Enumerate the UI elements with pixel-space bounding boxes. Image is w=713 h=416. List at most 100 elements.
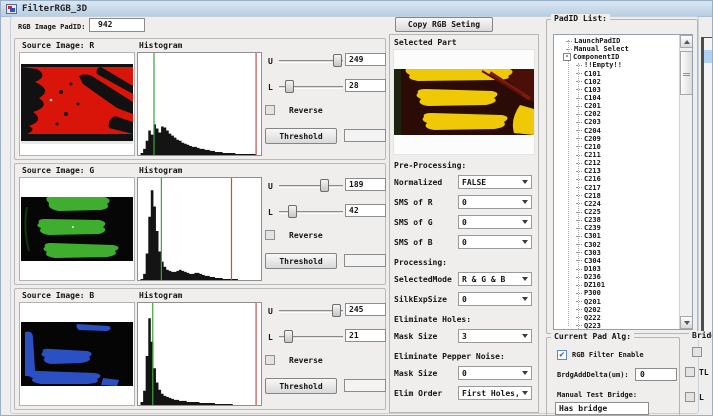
tree-item-c304[interactable]: C304 [554, 257, 679, 265]
u-value-field[interactable]: 249 [345, 53, 386, 66]
tree-item-c212[interactable]: C212 [554, 159, 679, 167]
combo-value: 0 [462, 369, 522, 378]
tree-item-c225[interactable]: C225 [554, 208, 679, 216]
l-slider-thumb[interactable] [288, 205, 297, 218]
l-slider-thumb[interactable] [284, 330, 293, 343]
tree-item-label: C218 [584, 192, 601, 200]
tree-item-c101[interactable]: C101 [554, 70, 679, 78]
tree-item-c238[interactable]: C238 [554, 216, 679, 224]
l-value-field[interactable]: 21 [345, 329, 386, 342]
tree-item-dz101[interactable]: DZ101 [554, 281, 679, 289]
scrollbar-down-arrow-icon[interactable] [680, 316, 693, 329]
tl-checkbox[interactable] [685, 367, 695, 377]
tree-item-c203[interactable]: C203 [554, 118, 679, 126]
threshold-button[interactable]: Threshold [265, 253, 337, 269]
current-pad-alg-panel: Current Pad Alg: ✔ RGB Filter Enable Brd… [546, 337, 680, 416]
tree-item-d236[interactable]: D236 [554, 273, 679, 281]
u-slider[interactable] [279, 54, 343, 68]
scrollbar-thumb[interactable] [680, 51, 693, 95]
combo-elim-order[interactable]: First Holes, [458, 386, 532, 400]
threshold-button[interactable]: Threshold [265, 378, 337, 394]
copy-rgb-setting-button[interactable]: Copy RGB Seting [395, 17, 493, 32]
combo-mask-size[interactable]: 0 [458, 366, 532, 380]
tree-scrollbar[interactable] [679, 35, 692, 329]
tree-item-q201[interactable]: Q201 [554, 298, 679, 306]
tree-item-c209[interactable]: C209 [554, 135, 679, 143]
threshold-button[interactable]: Threshold [265, 128, 337, 144]
combo-normalized[interactable]: FALSE [458, 175, 532, 189]
tree-item-q223[interactable]: Q223 [554, 322, 679, 329]
tree-item-componentid[interactable]: -ComponentID [554, 53, 679, 61]
tree-item-c104[interactable]: C104 [554, 94, 679, 102]
tree-item-c302[interactable]: C302 [554, 241, 679, 249]
l-value-field[interactable]: 42 [345, 204, 386, 217]
l-slider-thumb[interactable] [285, 80, 294, 93]
tree-connector [576, 155, 582, 156]
tree-item-q202[interactable]: Q202 [554, 306, 679, 314]
tree-item-c201[interactable]: C201 [554, 102, 679, 110]
l-slider[interactable] [279, 330, 343, 344]
combo-silkexpsize[interactable]: 0 [458, 292, 532, 306]
u-slider-thumb[interactable] [332, 304, 341, 317]
bridge-panel-title: Bridge [689, 331, 713, 340]
tree-item-c210[interactable]: C210 [554, 143, 679, 151]
combo-sms-of-b[interactable]: 0 [458, 235, 532, 249]
manual-test-bridge-field[interactable]: Has bridge [555, 402, 649, 415]
tree-item-c301[interactable]: C301 [554, 232, 679, 240]
tree-item-c224[interactable]: C224 [554, 200, 679, 208]
field-label: SMS of G [394, 218, 458, 227]
tree-item-c303[interactable]: C303 [554, 249, 679, 257]
tree-item-c204[interactable]: C204 [554, 127, 679, 135]
tree-collapse-icon[interactable]: - [563, 53, 571, 61]
source-image-title: Source Image: B [22, 291, 94, 300]
l-slider[interactable] [279, 205, 343, 219]
tree-item-c217[interactable]: C217 [554, 184, 679, 192]
u-value-field[interactable]: 189 [345, 178, 386, 191]
bridge-checkbox[interactable] [692, 347, 702, 357]
tree-item-c239[interactable]: C239 [554, 224, 679, 232]
tree-item-p300[interactable]: P300 [554, 289, 679, 297]
tree-item-c211[interactable]: C211 [554, 151, 679, 159]
brdg-add-delta-field[interactable]: 0 [635, 368, 677, 381]
reverse-checkbox[interactable] [265, 105, 275, 115]
reverse-label: Reverse [289, 231, 323, 240]
l-slider[interactable] [279, 80, 343, 94]
tree-item--empty-[interactable]: !!Empty!! [554, 61, 679, 69]
reverse-checkbox[interactable] [265, 355, 275, 365]
tree-item-c103[interactable]: C103 [554, 86, 679, 94]
combo-selectedmode[interactable]: R & G & B [458, 272, 532, 286]
tree-item-q222[interactable]: Q222 [554, 314, 679, 322]
reverse-checkbox[interactable] [265, 230, 275, 240]
u-slider-thumb[interactable] [320, 179, 329, 192]
tree-item-c102[interactable]: C102 [554, 78, 679, 86]
l-checkbox[interactable] [685, 392, 695, 402]
source-image-panel-r: Source Image: R Histogram U 249 L 28 Rev… [14, 38, 386, 160]
scrollbar-up-arrow-icon[interactable] [680, 35, 693, 48]
threshold-status-field[interactable] [344, 254, 386, 267]
combo-sms-of-r[interactable]: 0 [458, 195, 532, 209]
l-value-field[interactable]: 28 [345, 79, 386, 92]
tree-item-label: C239 [584, 224, 601, 232]
tree-item-label: C211 [584, 151, 601, 159]
pad-id-field[interactable]: 942 [89, 18, 145, 32]
u-slider-thumb[interactable] [333, 54, 342, 67]
tree-item-label: LaunchPadID [574, 37, 620, 45]
field-label: SMS of B [394, 238, 458, 247]
tree-item-c218[interactable]: C218 [554, 192, 679, 200]
threshold-status-field[interactable] [344, 129, 386, 142]
tree-item-manual-select[interactable]: Manual Select [554, 45, 679, 53]
u-slider[interactable] [279, 304, 343, 318]
tree-item-d103[interactable]: D103 [554, 265, 679, 273]
tree-item-launchpadid[interactable]: LaunchPadID [554, 37, 679, 45]
tree-item-c216[interactable]: C216 [554, 175, 679, 183]
tree-item-c202[interactable]: C202 [554, 110, 679, 118]
u-slider[interactable] [279, 179, 343, 193]
u-value-field[interactable]: 245 [345, 303, 386, 316]
tree-item-c213[interactable]: C213 [554, 167, 679, 175]
threshold-status-field[interactable] [344, 379, 386, 392]
source-image-panel-g: Source Image: G Histogram U 189 L 42 Rev… [14, 163, 386, 285]
combo-sms-of-g[interactable]: 0 [458, 215, 532, 229]
processing-sections: Pre-Processing:NormalizedFALSESMS of R0S… [390, 155, 538, 403]
rgb-filter-enable-checkbox[interactable]: ✔ [557, 350, 567, 360]
combo-mask-size[interactable]: 3 [458, 329, 532, 343]
